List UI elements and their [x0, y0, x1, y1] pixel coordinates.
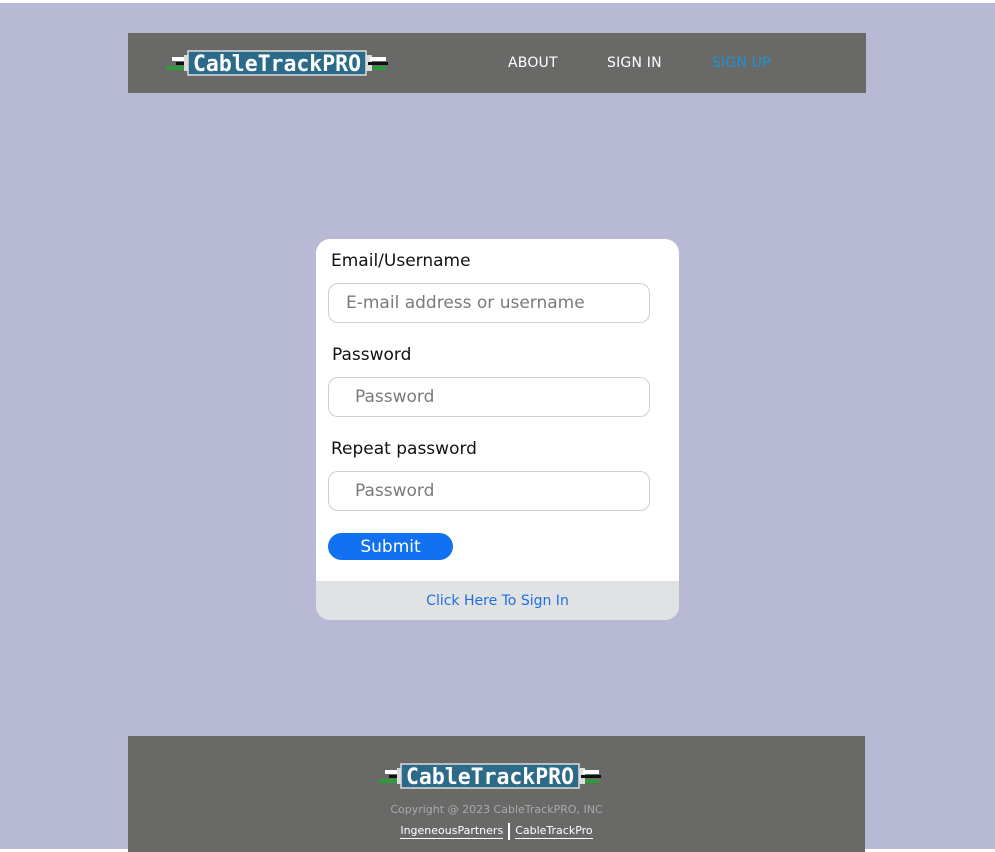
sign-in-link[interactable]: Click Here To Sign In — [426, 593, 569, 609]
footer-links: IngeneousPartners CableTrackPro — [128, 823, 865, 840]
submit-button[interactable]: Submit — [328, 533, 453, 560]
footer-link-cabletrackpro[interactable]: CableTrackPro — [515, 824, 593, 839]
top-navbar: CableTrackPRO ABOUT SIGN IN SIGN UP — [128, 33, 866, 93]
email-username-input[interactable] — [328, 283, 650, 323]
nav-sign-in-link[interactable]: SIGN IN — [607, 33, 662, 93]
page-footer: CableTrackPRO Copyright @ 2023 CableTrac… — [128, 736, 865, 852]
password-label: Password — [332, 345, 412, 365]
copyright-text: Copyright @ 2023 CableTrackPRO, INC — [390, 803, 603, 816]
nav-sign-up-link[interactable]: SIGN UP — [712, 33, 771, 93]
footer-link-ingeneous-partners[interactable]: IngeneousPartners — [400, 824, 504, 839]
footer-logo-text: CableTrackPRO — [406, 765, 574, 790]
footer-link-divider — [508, 823, 511, 840]
signup-card: Email/Username Password Repeat password … — [316, 239, 679, 620]
password-input[interactable] — [328, 377, 650, 417]
logo-text: CableTrackPRO — [193, 52, 361, 77]
nav-about-link[interactable]: ABOUT — [508, 33, 558, 93]
repeat-password-input[interactable] — [328, 471, 650, 511]
cabletrackpro-logo[interactable]: CableTrackPRO — [166, 48, 392, 78]
page-background: CableTrackPRO ABOUT SIGN IN SIGN UP Emai… — [0, 3, 995, 852]
card-footer: Click Here To Sign In — [316, 581, 679, 620]
email-label: Email/Username — [331, 251, 471, 271]
repeat-password-label: Repeat password — [331, 439, 477, 459]
footer-cabletrackpro-logo[interactable]: CableTrackPRO — [379, 761, 605, 791]
